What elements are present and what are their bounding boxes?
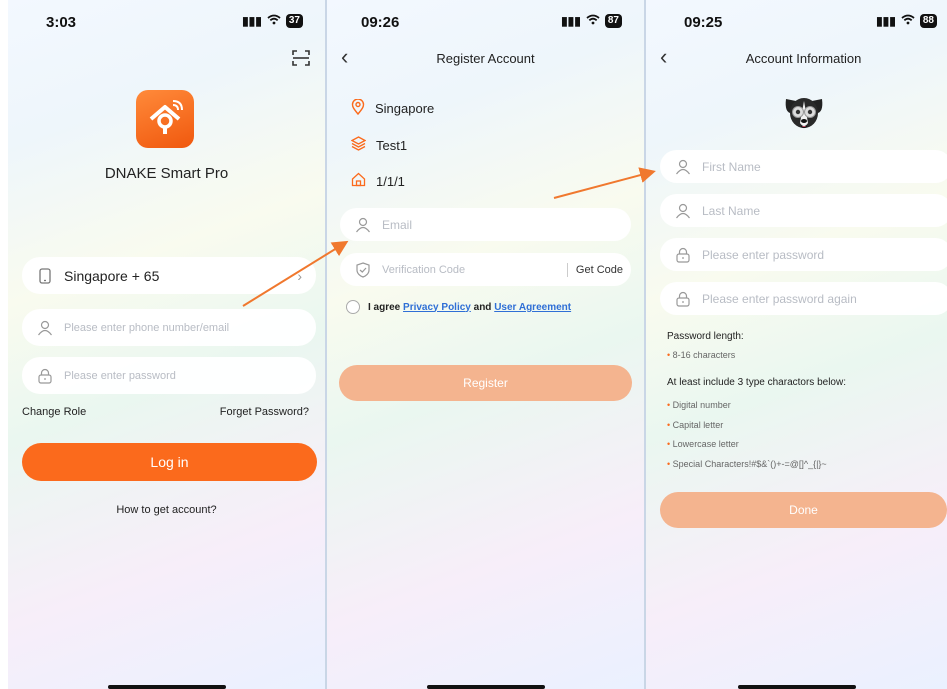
rule-text: 8-16 characters xyxy=(672,350,736,360)
login-button[interactable]: Log in xyxy=(22,443,317,481)
agree-checkbox[interactable] xyxy=(346,300,360,314)
house-icon xyxy=(351,172,366,190)
register-screen: 09:26 ▮▮▮ 87 ‹ Register Account Singapor… xyxy=(327,0,644,689)
verification-code-input[interactable]: Verification Code Get Code xyxy=(340,253,631,286)
page-title: Account Information xyxy=(745,51,862,66)
home-indicator xyxy=(737,685,856,689)
list-item: • Lowercase letter xyxy=(667,439,739,449)
shield-check-icon xyxy=(354,261,372,279)
password-input[interactable]: Please enter password xyxy=(660,238,947,271)
forget-password-link[interactable]: Forget Password? xyxy=(220,406,309,418)
status-time: 3:03 xyxy=(46,14,77,31)
user-icon xyxy=(36,319,54,337)
wifi-icon xyxy=(901,14,915,28)
signal-icon: ▮▮▮ xyxy=(876,14,896,28)
phone-email-input[interactable]: Please enter phone number/email xyxy=(22,309,316,346)
get-code-button[interactable]: Get Code xyxy=(576,264,623,276)
home-indicator xyxy=(107,685,226,689)
user-icon xyxy=(674,158,692,176)
rule-text: Lowercase letter xyxy=(672,439,739,449)
password-placeholder: Please enter password xyxy=(702,247,825,262)
list-item: • Digital number xyxy=(667,400,731,410)
wifi-icon xyxy=(586,14,600,28)
page-title: Register Account xyxy=(436,51,535,66)
login-screen: 3:03 ▮▮▮ 37 DNAKE Smart Pro Singapore + … xyxy=(8,0,325,689)
password-placeholder: Please enter password xyxy=(64,369,176,382)
first-name-placeholder: First Name xyxy=(702,159,761,174)
password-length-title: Password length: xyxy=(667,331,744,342)
password-length-rule: • 8-16 characters xyxy=(667,350,736,360)
unit-row: 1/1/1 xyxy=(351,172,405,190)
divider xyxy=(566,262,568,277)
lock-icon xyxy=(674,246,692,264)
agree-prefix: I agree xyxy=(368,301,401,313)
status-time: 09:26 xyxy=(361,14,400,31)
password-type-title: At least include 3 type charactors below… xyxy=(667,377,846,388)
home-indicator xyxy=(426,685,545,689)
lock-icon xyxy=(674,290,692,308)
chevron-right-icon: › xyxy=(297,267,302,284)
rule-text: Special Characters!#$&`()+-=@[]^_{|}~ xyxy=(672,458,827,469)
list-item: • Special Characters!#$&`()+-=@[]^_{|}~ xyxy=(667,458,827,469)
avatar[interactable] xyxy=(780,89,828,137)
done-button[interactable]: Done xyxy=(660,492,947,528)
email-placeholder: Email xyxy=(382,217,413,232)
account-info-screen: 09:25 ▮▮▮ 88 ‹ Account Information First… xyxy=(646,0,947,689)
wifi-icon xyxy=(267,14,281,28)
password-again-placeholder: Please enter password again xyxy=(702,291,857,306)
battery-icon: 37 xyxy=(285,14,303,28)
project-row: Test1 xyxy=(350,136,408,154)
user-icon xyxy=(674,202,692,220)
password-again-input[interactable]: Please enter password again xyxy=(660,282,947,315)
location-value: Singapore xyxy=(375,101,435,116)
rule-text: Digital number xyxy=(672,400,731,410)
user-icon xyxy=(354,216,372,234)
privacy-policy-link[interactable]: Privacy Policy xyxy=(403,302,471,313)
register-button[interactable]: Register xyxy=(339,365,632,401)
home-key-icon xyxy=(149,100,183,134)
battery-icon: 87 xyxy=(604,14,622,28)
country-value: Singapore + 65 xyxy=(64,267,160,284)
list-item: • Capital letter xyxy=(667,419,724,430)
layers-icon xyxy=(350,136,367,154)
scan-icon[interactable] xyxy=(291,48,311,68)
code-placeholder: Verification Code xyxy=(382,263,466,276)
status-icons: ▮▮▮ 37 xyxy=(242,14,303,28)
country-select[interactable]: Singapore + 65 › xyxy=(22,257,316,294)
rule-list: • Digital number • Capital letter • Lowe… xyxy=(667,396,827,474)
app-logo xyxy=(136,90,194,148)
project-value: Test1 xyxy=(376,137,408,153)
change-role-link[interactable]: Change Role xyxy=(22,406,86,418)
user-agreement-link[interactable]: User Agreement xyxy=(494,302,571,313)
agreement-row: I agree Privacy Policy and User Agreemen… xyxy=(346,300,571,314)
agree-and: and xyxy=(473,301,492,313)
unit-value: 1/1/1 xyxy=(376,173,405,189)
lock-icon xyxy=(36,367,54,385)
location-pin-icon xyxy=(351,98,365,118)
rule-text: Capital letter xyxy=(672,419,724,430)
battery-icon: 88 xyxy=(919,14,937,28)
last-name-placeholder: Last Name xyxy=(702,203,761,218)
password-input[interactable]: Please enter password xyxy=(22,357,316,394)
phone-email-placeholder: Please enter phone number/email xyxy=(64,321,230,334)
email-input[interactable]: Email xyxy=(340,208,631,241)
how-to-get-account-link[interactable]: How to get account? xyxy=(8,504,325,516)
signal-icon: ▮▮▮ xyxy=(242,14,262,28)
last-name-input[interactable]: Last Name xyxy=(660,194,947,227)
app-name: DNAKE Smart Pro xyxy=(104,165,229,182)
status-time: 09:25 xyxy=(684,14,723,31)
dog-avatar-icon xyxy=(785,98,823,129)
phone-icon xyxy=(36,267,54,285)
location-row: Singapore xyxy=(351,98,435,118)
signal-icon: ▮▮▮ xyxy=(561,14,581,28)
status-icons: ▮▮▮ 87 xyxy=(561,14,622,28)
first-name-input[interactable]: First Name xyxy=(660,150,947,183)
status-icons: ▮▮▮ 88 xyxy=(876,14,937,28)
